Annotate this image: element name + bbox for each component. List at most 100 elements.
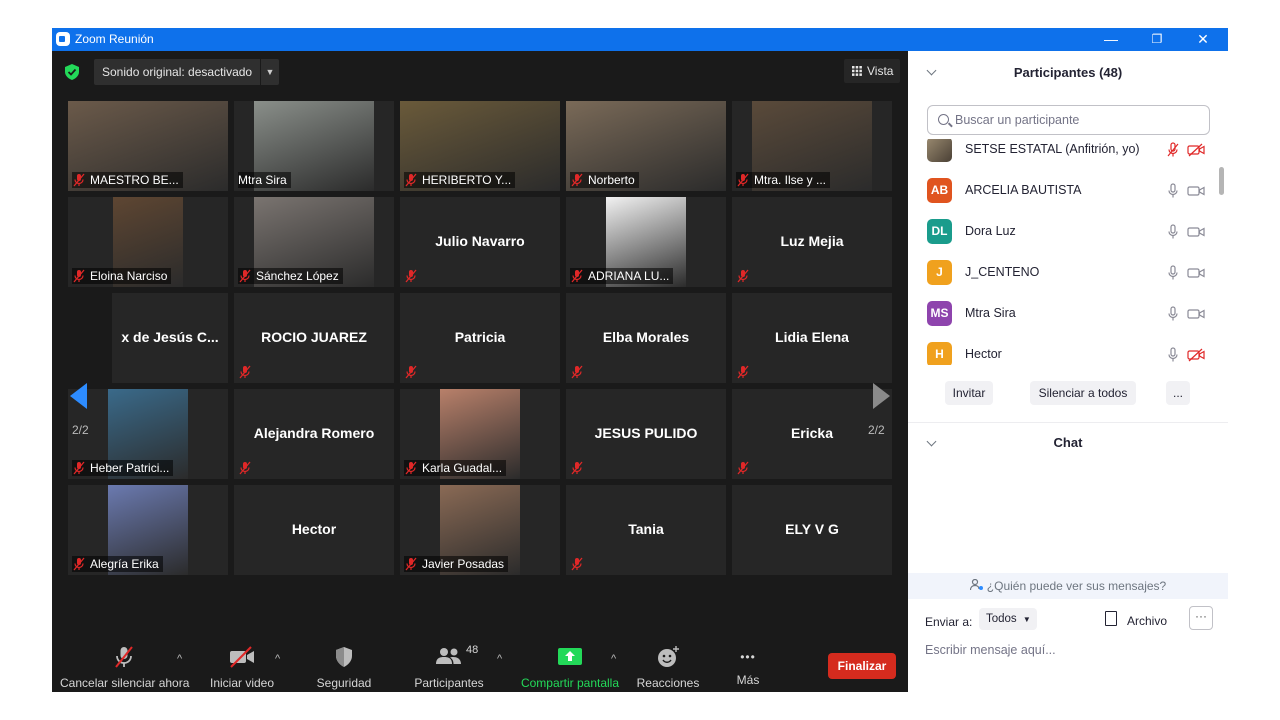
participant-row[interactable]: SETSE ESTATAL (Anfitrión, yo) xyxy=(908,139,1220,170)
microphone-icon[interactable] xyxy=(1166,265,1180,281)
microphone-muted-icon xyxy=(73,269,85,283)
participant-video-tile[interactable]: Alejandra Romero xyxy=(234,389,394,479)
participant-video-tile[interactable]: Alegría Erika xyxy=(68,485,228,575)
participant-row[interactable]: DL Dora Luz xyxy=(908,211,1220,252)
participant-video-tile[interactable]: Patricia xyxy=(400,293,560,383)
video-camera-off-icon[interactable] xyxy=(1187,143,1205,157)
microphone-muted-icon xyxy=(571,557,583,571)
microphone-icon[interactable] xyxy=(1166,347,1180,363)
chat-title: Chat xyxy=(1053,435,1083,450)
participant-search-input[interactable]: Buscar un participante xyxy=(927,105,1210,135)
participant-video-tile[interactable]: Mtra. Ilse y ... xyxy=(732,101,892,191)
participant-row[interactable]: J J_CENTENO xyxy=(908,252,1220,293)
microphone-muted-icon xyxy=(571,461,583,475)
start-video-button[interactable]: Iniciar video xyxy=(202,645,282,690)
participant-name: MAESTRO BE... xyxy=(90,173,179,187)
encryption-shield-icon[interactable] xyxy=(65,64,79,80)
mute-all-button[interactable]: Silenciar a todos xyxy=(1030,381,1136,405)
video-camera-off-icon[interactable] xyxy=(1187,348,1205,362)
send-to-dropdown[interactable]: Todos ▼ xyxy=(979,608,1037,630)
participant-name: Luz Mejia xyxy=(780,233,844,249)
participants-button[interactable]: 48 Participantes xyxy=(409,644,489,690)
participant-name: Hector xyxy=(291,521,337,537)
audio-options-chevron-icon[interactable]: ^ xyxy=(177,653,182,665)
microphone-icon[interactable] xyxy=(1166,183,1180,199)
view-button[interactable]: Vista xyxy=(844,59,900,83)
previous-page-arrow-icon[interactable] xyxy=(70,383,87,409)
participant-row[interactable]: H Hector xyxy=(908,334,1220,365)
security-button[interactable]: Seguridad xyxy=(304,645,384,690)
invite-button[interactable]: Invitar xyxy=(945,381,993,405)
participant-video-tile[interactable]: Eloina Narciso xyxy=(68,197,228,287)
participant-video-tile[interactable]: ROCIO JUAREZ xyxy=(234,293,394,383)
file-icon[interactable] xyxy=(1105,611,1117,626)
participant-video-tile[interactable]: Julio Navarro xyxy=(400,197,560,287)
microphone-muted-icon xyxy=(571,173,583,187)
participant-video-tile[interactable]: Mtra Sira xyxy=(234,101,394,191)
participant-row[interactable]: AB ARCELIA BAUTISTA xyxy=(908,170,1220,211)
original-sound-dropdown[interactable]: Sonido original: desactivado ▼ xyxy=(94,59,279,85)
participants-more-button[interactable]: ... xyxy=(1166,381,1190,405)
microphone-icon[interactable] xyxy=(1166,306,1180,322)
video-camera-icon[interactable] xyxy=(1187,307,1205,321)
participant-video-tile[interactable]: Heber Patrici... xyxy=(68,389,228,479)
participant-video-tile[interactable]: ADRIANA LU... xyxy=(566,197,726,287)
file-button[interactable]: Archivo xyxy=(1127,614,1167,628)
video-options-chevron-icon[interactable]: ^ xyxy=(275,653,280,665)
participant-video-tile[interactable]: HERIBERTO Y... xyxy=(400,101,560,191)
participant-name: Patricia xyxy=(454,329,506,345)
participant-video-tile[interactable]: Elba Morales xyxy=(566,293,726,383)
participant-video-tile[interactable]: Hector xyxy=(234,485,394,575)
participant-name-tag: Eloina Narciso xyxy=(72,268,172,284)
participant-video-tile[interactable]: JESUS PULIDO xyxy=(566,389,726,479)
video-camera-icon[interactable] xyxy=(1187,225,1205,239)
close-button[interactable]: ✕ xyxy=(1180,28,1226,51)
participant-video-tile[interactable]: Norberto xyxy=(566,101,726,191)
page-indicator-left: 2/2 xyxy=(72,423,89,437)
end-meeting-button[interactable]: Finalizar xyxy=(828,653,896,679)
participant-name: Julio Navarro xyxy=(435,233,525,249)
microphone-muted-icon[interactable] xyxy=(1166,142,1180,158)
video-camera-icon[interactable] xyxy=(1187,184,1205,198)
unmute-button[interactable]: Cancelar silenciar ahora xyxy=(60,645,190,690)
share-options-chevron-icon[interactable]: ^ xyxy=(611,653,616,665)
next-page-arrow-icon[interactable] xyxy=(873,383,890,409)
microphone-muted-icon xyxy=(571,365,583,379)
participant-video-tile[interactable]: Javier Posadas xyxy=(400,485,560,575)
participant-list-scrollbar[interactable] xyxy=(1219,167,1224,195)
side-panel: Participantes (48) Buscar un participant… xyxy=(908,51,1228,692)
participant-name-tag: Sánchez López xyxy=(238,268,343,284)
participant-video-tile[interactable]: Sánchez López xyxy=(234,197,394,287)
more-button[interactable]: ••• Más xyxy=(724,645,772,687)
more-label: Más xyxy=(736,673,760,687)
participant-name: Karla Guadal... xyxy=(422,461,503,475)
unmute-label: Cancelar silenciar ahora xyxy=(60,676,190,690)
reactions-button[interactable]: Reacciones xyxy=(628,645,708,690)
avatar: DL xyxy=(927,219,952,244)
participant-row[interactable]: MS Mtra Sira xyxy=(908,293,1220,334)
video-camera-icon[interactable] xyxy=(1187,266,1205,280)
participant-video-tile[interactable]: Tania xyxy=(566,485,726,575)
participant-video-tile[interactable]: MAESTRO BE... xyxy=(68,101,228,191)
chat-message-input[interactable]: Escribir mensaje aquí... xyxy=(925,643,1056,657)
participant-video-tile[interactable]: x de Jesús C... xyxy=(112,293,228,383)
grid-view-icon xyxy=(852,66,862,76)
chat-more-button[interactable]: ··· xyxy=(1189,606,1213,630)
participant-video-tile[interactable]: Lidia Elena xyxy=(732,293,892,383)
participants-options-chevron-icon[interactable]: ^ xyxy=(497,653,502,665)
share-screen-button[interactable]: Compartir pantalla xyxy=(518,645,622,690)
minimize-button[interactable]: — xyxy=(1088,28,1134,51)
who-can-see-messages-link[interactable]: ¿Quién puede ver sus mensajes? xyxy=(908,573,1228,599)
chevron-down-icon[interactable]: ▼ xyxy=(260,59,279,85)
avatar xyxy=(927,139,952,162)
microphone-icon[interactable] xyxy=(1166,224,1180,240)
participant-name: JESUS PULIDO xyxy=(594,425,698,441)
avatar: AB xyxy=(927,178,952,203)
share-screen-label: Compartir pantalla xyxy=(520,676,620,690)
restore-button[interactable]: ❐ xyxy=(1134,28,1180,51)
participant-mute-indicator xyxy=(570,460,592,476)
participant-video-tile[interactable]: Luz Mejia xyxy=(732,197,892,287)
participant-video-tile[interactable]: Karla Guadal... xyxy=(400,389,560,479)
participant-name: Javier Posadas xyxy=(422,557,505,571)
participant-video-tile[interactable]: ELY V G xyxy=(732,485,892,575)
